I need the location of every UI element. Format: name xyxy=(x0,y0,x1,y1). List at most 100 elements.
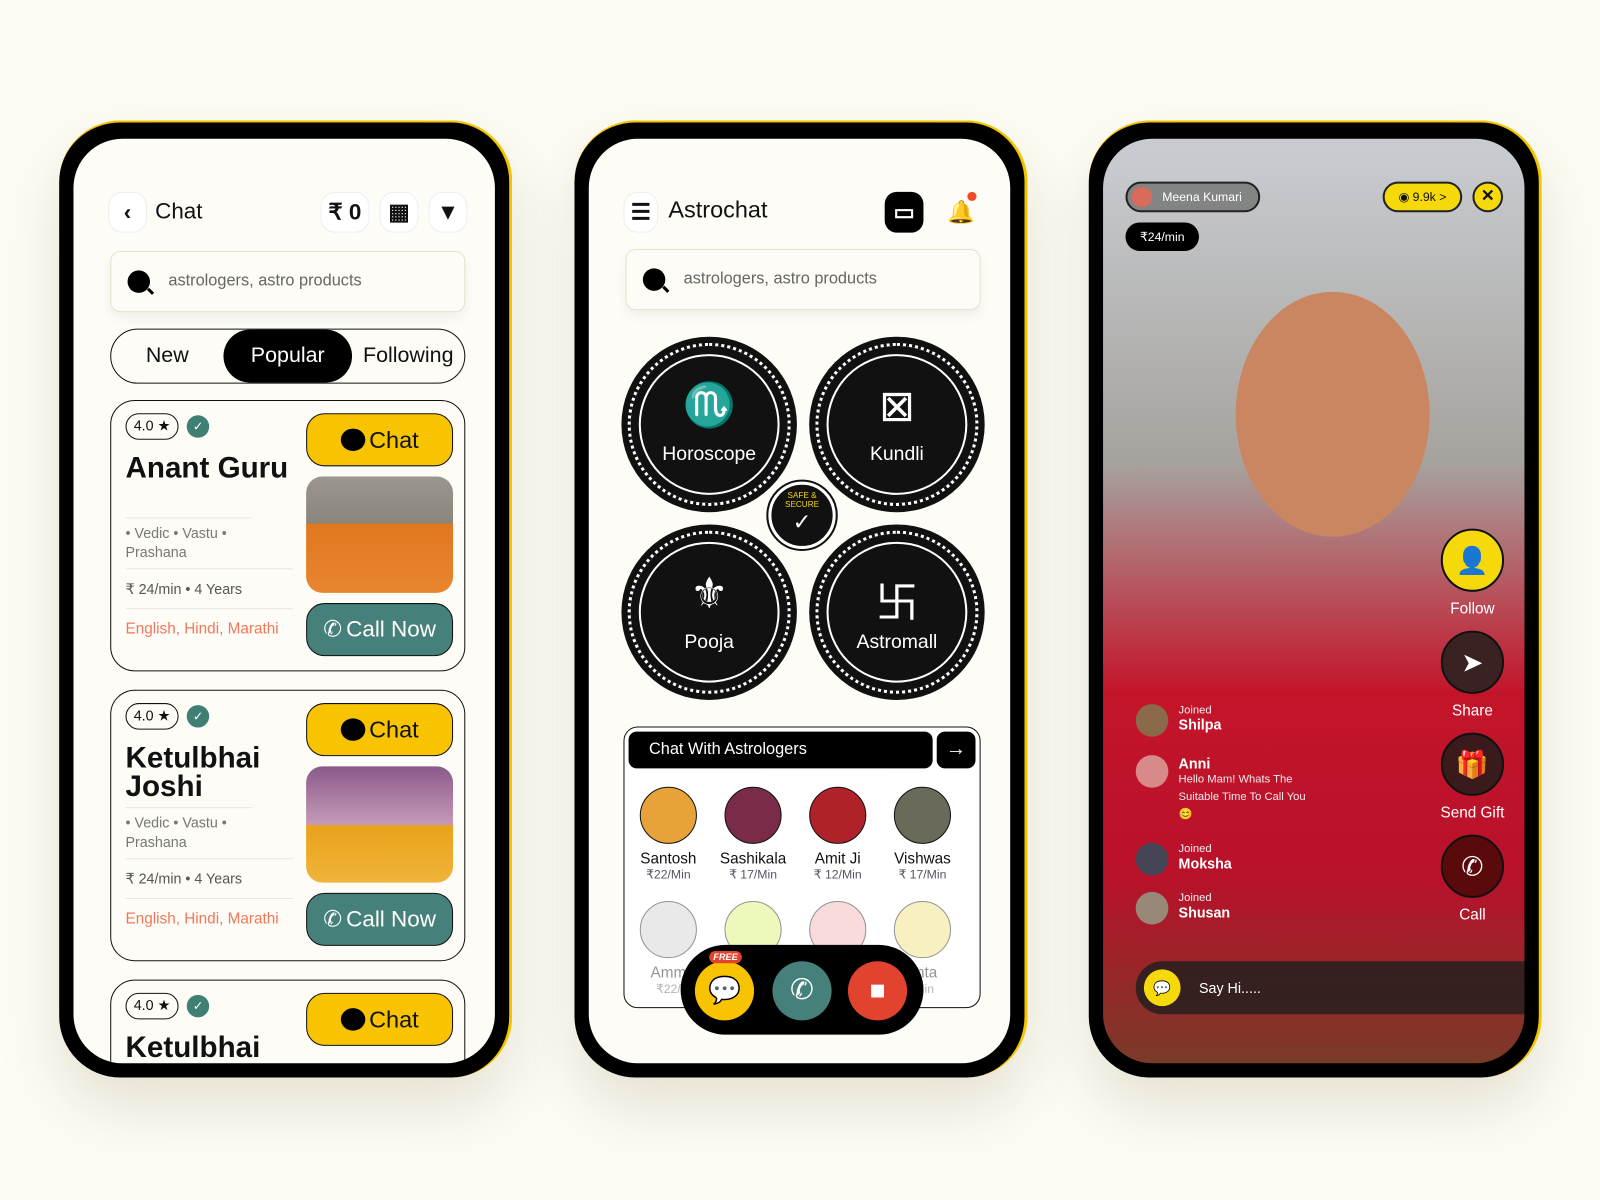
share-button[interactable]: ➤ Share xyxy=(1425,630,1519,719)
host-name-pill[interactable]: Meena Kumari xyxy=(1125,181,1261,213)
feed-item: Joined Moksha xyxy=(1135,842,1232,876)
avatar xyxy=(893,901,952,959)
back-button[interactable]: ‹ xyxy=(108,191,147,233)
bell-icon: 🔔 xyxy=(947,198,976,225)
chat-dots-icon: 💬 xyxy=(707,974,742,1006)
astrologer-price: ₹ 17/Min xyxy=(729,867,778,882)
verified-icon: ✓ xyxy=(186,415,210,438)
search-placeholder: astrologers, astro products xyxy=(683,270,877,288)
astrologer-item[interactable]: Sashikala ₹ 17/Min xyxy=(713,786,793,882)
video-camera-icon: ■ xyxy=(869,974,886,1006)
service-kundli[interactable]: ⊠ Kundli xyxy=(812,339,982,510)
kundli-icon: ⊠ xyxy=(878,381,915,430)
service-astromall[interactable]: 卐 Astromall xyxy=(812,527,982,697)
free-badge: FREE xyxy=(709,951,742,964)
rating-badge: 4.0 ★ xyxy=(125,703,179,730)
wallet-button[interactable]: ▭ xyxy=(884,191,924,233)
close-button[interactable]: ✕ xyxy=(1472,181,1504,213)
contact-bar: 💬 FREE ✆ ■ xyxy=(680,944,924,1035)
astrologer-item[interactable]: Vishwas ₹ 17/Min xyxy=(883,786,963,882)
avatar xyxy=(1135,755,1169,788)
grid-icon: ▦ xyxy=(388,198,410,225)
menu-button[interactable]: ☰ xyxy=(623,191,659,233)
astrologer-photo xyxy=(306,766,454,883)
verified-icon: ✓ xyxy=(186,994,210,1018)
astrologer-name: Ketulbhai Joshi xyxy=(125,741,261,804)
host-avatar xyxy=(1131,186,1153,208)
chat-bubble-icon xyxy=(340,428,366,452)
call-button[interactable]: ✆ Call xyxy=(1425,834,1519,923)
live-video: Meena Kumari ₹24/min ◉ 9.9k > ✕ 👤 Follow … xyxy=(1103,138,1525,1064)
follow-button[interactable]: 👤 Follow xyxy=(1425,528,1519,617)
astrologer-name: Amit Ji xyxy=(814,849,861,868)
phone-icon: ✆ xyxy=(790,973,815,1006)
viewers-button[interactable]: ◉ 9.9k > xyxy=(1382,181,1463,213)
tab-new[interactable]: New xyxy=(111,330,223,383)
grid-button[interactable]: ▦ xyxy=(379,191,419,233)
chat-bubble-icon xyxy=(340,1008,366,1031)
price: ₹ 24/min • 4 Years xyxy=(125,870,243,887)
search-icon xyxy=(642,268,666,291)
filter-button[interactable]: ▼ xyxy=(428,191,468,233)
feed-item: Joined Shilpa xyxy=(1135,704,1221,737)
chat-button[interactable]: Chat xyxy=(306,992,454,1046)
notification-button[interactable]: 🔔 xyxy=(942,191,981,233)
astrologer-price: ₹ 12/Min xyxy=(813,867,862,882)
verified-icon: ✓ xyxy=(186,705,210,728)
user-plus-icon: 👤 xyxy=(1440,528,1505,592)
feed-item: Anni Hello Mam! Whats The Suitable Time T… xyxy=(1135,755,1312,823)
notification-dot xyxy=(967,191,977,202)
avatar xyxy=(1135,891,1169,925)
feed-item: Joined Shusan xyxy=(1135,891,1230,925)
price: ₹ 24/min • 4 Years xyxy=(125,580,243,597)
chevron-left-icon: ‹ xyxy=(123,198,132,225)
astrologer-card: 4.0 ★ ✓ Ketulbhai Joshi • Vedic • Vastu … xyxy=(110,689,466,962)
arrow-right-button[interactable]: → xyxy=(936,731,976,769)
search-icon xyxy=(127,270,150,293)
astrologer-card: 4.0 ★ ✓ Anant Guru • Vedic • Vastu • Pra… xyxy=(110,399,466,672)
phone-chat-list: ‹ Chat ₹ 0 ▦ ▼ astrologers, astro produc… xyxy=(59,120,513,1078)
safe-secure-badge: SAFE & SECURE ✓ xyxy=(766,479,838,552)
service-horoscope[interactable]: ♏ Horoscope xyxy=(624,339,794,510)
chat-button[interactable]: 💬 xyxy=(694,961,755,1021)
comment-input[interactable]: 💬 Say Hi..... xyxy=(1135,961,1525,1015)
astrologer-photo xyxy=(306,476,454,593)
chat-icon: 💬 xyxy=(1143,969,1181,1007)
astrologer-name: Santosh xyxy=(640,849,697,868)
service-pooja[interactable]: ⚜ Pooja xyxy=(624,527,794,697)
wallet-button[interactable]: ₹ 0 xyxy=(320,191,370,233)
avatar xyxy=(893,786,952,844)
video-call-button[interactable]: ■ xyxy=(847,961,908,1021)
app-title: Astrochat xyxy=(668,195,768,223)
astrologer-price: ₹22/Min xyxy=(646,867,691,882)
astrologer-item[interactable]: Santosh ₹22/Min xyxy=(629,786,709,882)
filter-tabs: New Popular Following xyxy=(110,328,466,384)
page-title: Chat xyxy=(155,197,203,224)
lotus-icon: ⚜ xyxy=(689,569,729,618)
send-gift-button[interactable]: 🎁 Send Gift xyxy=(1425,732,1519,821)
avatar xyxy=(639,786,697,844)
call-now-button[interactable]: ✆ Call Now xyxy=(306,892,454,946)
section-title: Chat With Astrologers xyxy=(628,731,933,769)
chat-button[interactable]: Chat xyxy=(306,703,454,757)
filter-icon: ▼ xyxy=(436,198,460,225)
astrologer-item[interactable]: Amit Ji ₹ 12/Min xyxy=(798,786,878,882)
astrologer-name: Vishwas xyxy=(894,849,951,868)
rating-badge: 4.0 ★ xyxy=(125,413,179,440)
send-icon: ➤ xyxy=(1440,630,1505,694)
phone-icon: ✆ xyxy=(323,906,343,932)
call-now-button[interactable]: ✆ Call Now xyxy=(306,603,454,657)
chat-button[interactable]: Chat xyxy=(306,413,454,467)
tab-popular[interactable]: Popular xyxy=(223,329,353,383)
tab-following[interactable]: Following xyxy=(352,330,464,383)
search-input[interactable]: astrologers, astro products xyxy=(625,248,981,311)
avatar xyxy=(724,786,782,844)
voice-call-button[interactable]: ✆ xyxy=(772,961,832,1021)
scorpio-icon: ♏ xyxy=(682,380,736,429)
search-placeholder: astrologers, astro products xyxy=(168,272,362,290)
skills: • Vedic • Vastu • Prashana xyxy=(125,814,227,850)
languages: English, Hindi, Marathi xyxy=(125,620,279,638)
phone-icon: ✆ xyxy=(1440,834,1505,898)
search-input[interactable]: astrologers, astro products xyxy=(110,251,466,313)
astrologer-name: Ketulbhai xyxy=(125,1031,261,1064)
